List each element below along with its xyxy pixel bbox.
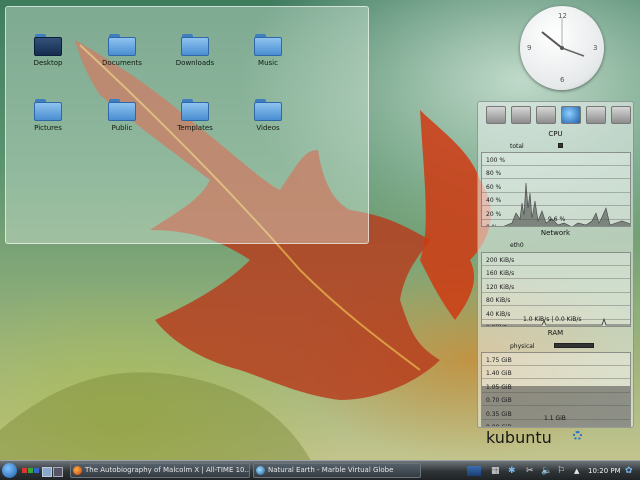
network-tick-label: 120 KiB/s [486, 284, 515, 291]
desktop-folder-music[interactable]: Music [238, 34, 298, 67]
folder-icon [254, 34, 282, 56]
gridline [482, 292, 630, 293]
firefox-icon [73, 466, 82, 475]
globe-icon[interactable] [561, 106, 581, 124]
gridline [482, 305, 630, 306]
gridline [482, 178, 630, 179]
clock-hands [541, 18, 585, 57]
ram-tick-label: 0.70 GiB [486, 397, 512, 404]
folder-label: Desktop [33, 59, 63, 67]
folder-label: Videos [256, 124, 280, 132]
folder-icon [108, 99, 136, 121]
network-readout: 1.0 KiB/s | 0.0 KiB/s [523, 316, 582, 323]
cpu-tick-label: 80 % [486, 170, 502, 177]
gridline [482, 165, 630, 166]
ram-tick-label: 1.40 GiB [486, 370, 512, 377]
monitor-icon[interactable] [486, 106, 506, 124]
network-tick-label: 200 KiB/s [486, 257, 515, 264]
network-tick-label: 80 KiB/s [486, 297, 511, 304]
system-monitor-widget[interactable]: CPU total 100 % 80 % 60 % 40 % 20 % 0 % 9.6 %… [477, 101, 634, 428]
task-firefox[interactable]: The Autobiography of Malcolm X | All-TIM… [70, 463, 250, 478]
drive-icon[interactable] [511, 106, 531, 124]
folder-label: Documents [102, 59, 142, 67]
cpu-bar [558, 143, 563, 148]
ram-bar [554, 343, 594, 348]
folder-label: Pictures [34, 124, 62, 132]
task-marble[interactable]: Natural Earth - Marble Virtual Globe [253, 463, 421, 478]
ram-label: physical [510, 343, 535, 350]
desktop-folder-desktop[interactable]: Desktop [18, 34, 78, 67]
folder-icon [34, 34, 62, 56]
cpu-tick-label: 40 % [486, 197, 502, 204]
folder-icon [34, 99, 62, 121]
folder-label: Music [258, 59, 278, 67]
cpu-label: total [510, 143, 524, 150]
notifications-icon[interactable]: ⚐ [557, 465, 565, 477]
taskbar-clock[interactable]: 10:20 PM [588, 465, 621, 477]
cpu-tick-label: 60 % [486, 184, 502, 191]
gridline [482, 278, 630, 279]
folder-label: Public [111, 124, 133, 132]
ram-tick-label: 1.75 GiB [486, 357, 512, 364]
analog-clock-widget[interactable]: 12 3 6 9 [520, 6, 604, 90]
desktop-folder-documents[interactable]: Documents [92, 34, 152, 67]
marble-globe-icon [256, 466, 265, 475]
klipper-scissors-icon[interactable]: ✂ [526, 465, 534, 477]
kubuntu-logo-icon [573, 431, 582, 440]
folder-icon [181, 99, 209, 121]
desktop-pager-1[interactable] [53, 467, 63, 477]
folder-icon [254, 99, 282, 121]
desktop-folder-downloads[interactable]: Downloads [165, 34, 225, 67]
device-icon[interactable] [611, 106, 631, 124]
network-label: eth0 [510, 242, 524, 249]
tray-expand-icon[interactable]: ▲ [574, 465, 579, 477]
cpu-tick-label: 0 % [486, 224, 497, 226]
kubuntu-logo-text: kubuntu [486, 428, 552, 447]
desktop-folder-pictures[interactable]: Pictures [18, 99, 78, 132]
folder-icon [181, 34, 209, 56]
cpu-tick-label: 20 % [486, 211, 502, 218]
update-notifier-icon[interactable]: ✱ [508, 465, 516, 477]
task-marble-label: Natural Earth - Marble Virtual Globe [268, 466, 394, 474]
volume-icon[interactable]: 🔈 [541, 465, 552, 477]
desktop-folder-templates[interactable]: Templates [165, 99, 225, 132]
folder-label: Downloads [175, 59, 215, 67]
taskbar-panel: The Autobiography of Malcolm X | All-TIM… [0, 460, 640, 480]
desktop-folder-public[interactable]: Public [92, 99, 152, 132]
task-firefox-label: The Autobiography of Malcolm X | All-TIM… [85, 466, 250, 474]
ram-tick-label: 0.00 GiB [486, 424, 512, 426]
chip-icon[interactable] [536, 106, 556, 124]
show-desktop-icon[interactable] [42, 467, 52, 477]
gridline [482, 192, 630, 193]
kickoff-menu-button[interactable] [2, 463, 17, 478]
network-tick-label: 160 KiB/s [486, 270, 515, 277]
ram-tick-label: 1.05 GiB [486, 384, 512, 391]
cpu-readout: 9.6 % [548, 216, 566, 223]
gridline [482, 265, 630, 266]
terminal-icon[interactable] [586, 106, 606, 124]
ram-readout: 1.1 GiB [544, 415, 566, 422]
gridline [482, 405, 630, 406]
gridline [482, 205, 630, 206]
cpu-tick-label: 100 % [486, 157, 506, 164]
pager-red-icon[interactable] [22, 468, 27, 473]
ram-title: RAM [547, 329, 564, 337]
screen-icon[interactable] [467, 466, 481, 476]
gridline [482, 365, 630, 366]
desktop-folder-videos[interactable]: Videos [238, 99, 298, 132]
network-icon[interactable]: ▦ [491, 465, 500, 477]
network-tick-label: 0 KiB/s [486, 324, 507, 326]
gridline [482, 378, 630, 379]
pager-green-icon[interactable] [28, 468, 33, 473]
cashew-icon[interactable]: ✿ [625, 465, 633, 477]
folder-label: Templates [177, 124, 213, 132]
folder-icon [108, 34, 136, 56]
ram-tick-label: 0.35 GiB [486, 411, 512, 418]
cpu-title: CPU [548, 130, 563, 138]
network-title: Network [540, 229, 571, 237]
pager-blue-icon[interactable] [34, 468, 39, 473]
gridline [482, 392, 630, 393]
network-tick-label: 40 KiB/s [486, 311, 511, 318]
